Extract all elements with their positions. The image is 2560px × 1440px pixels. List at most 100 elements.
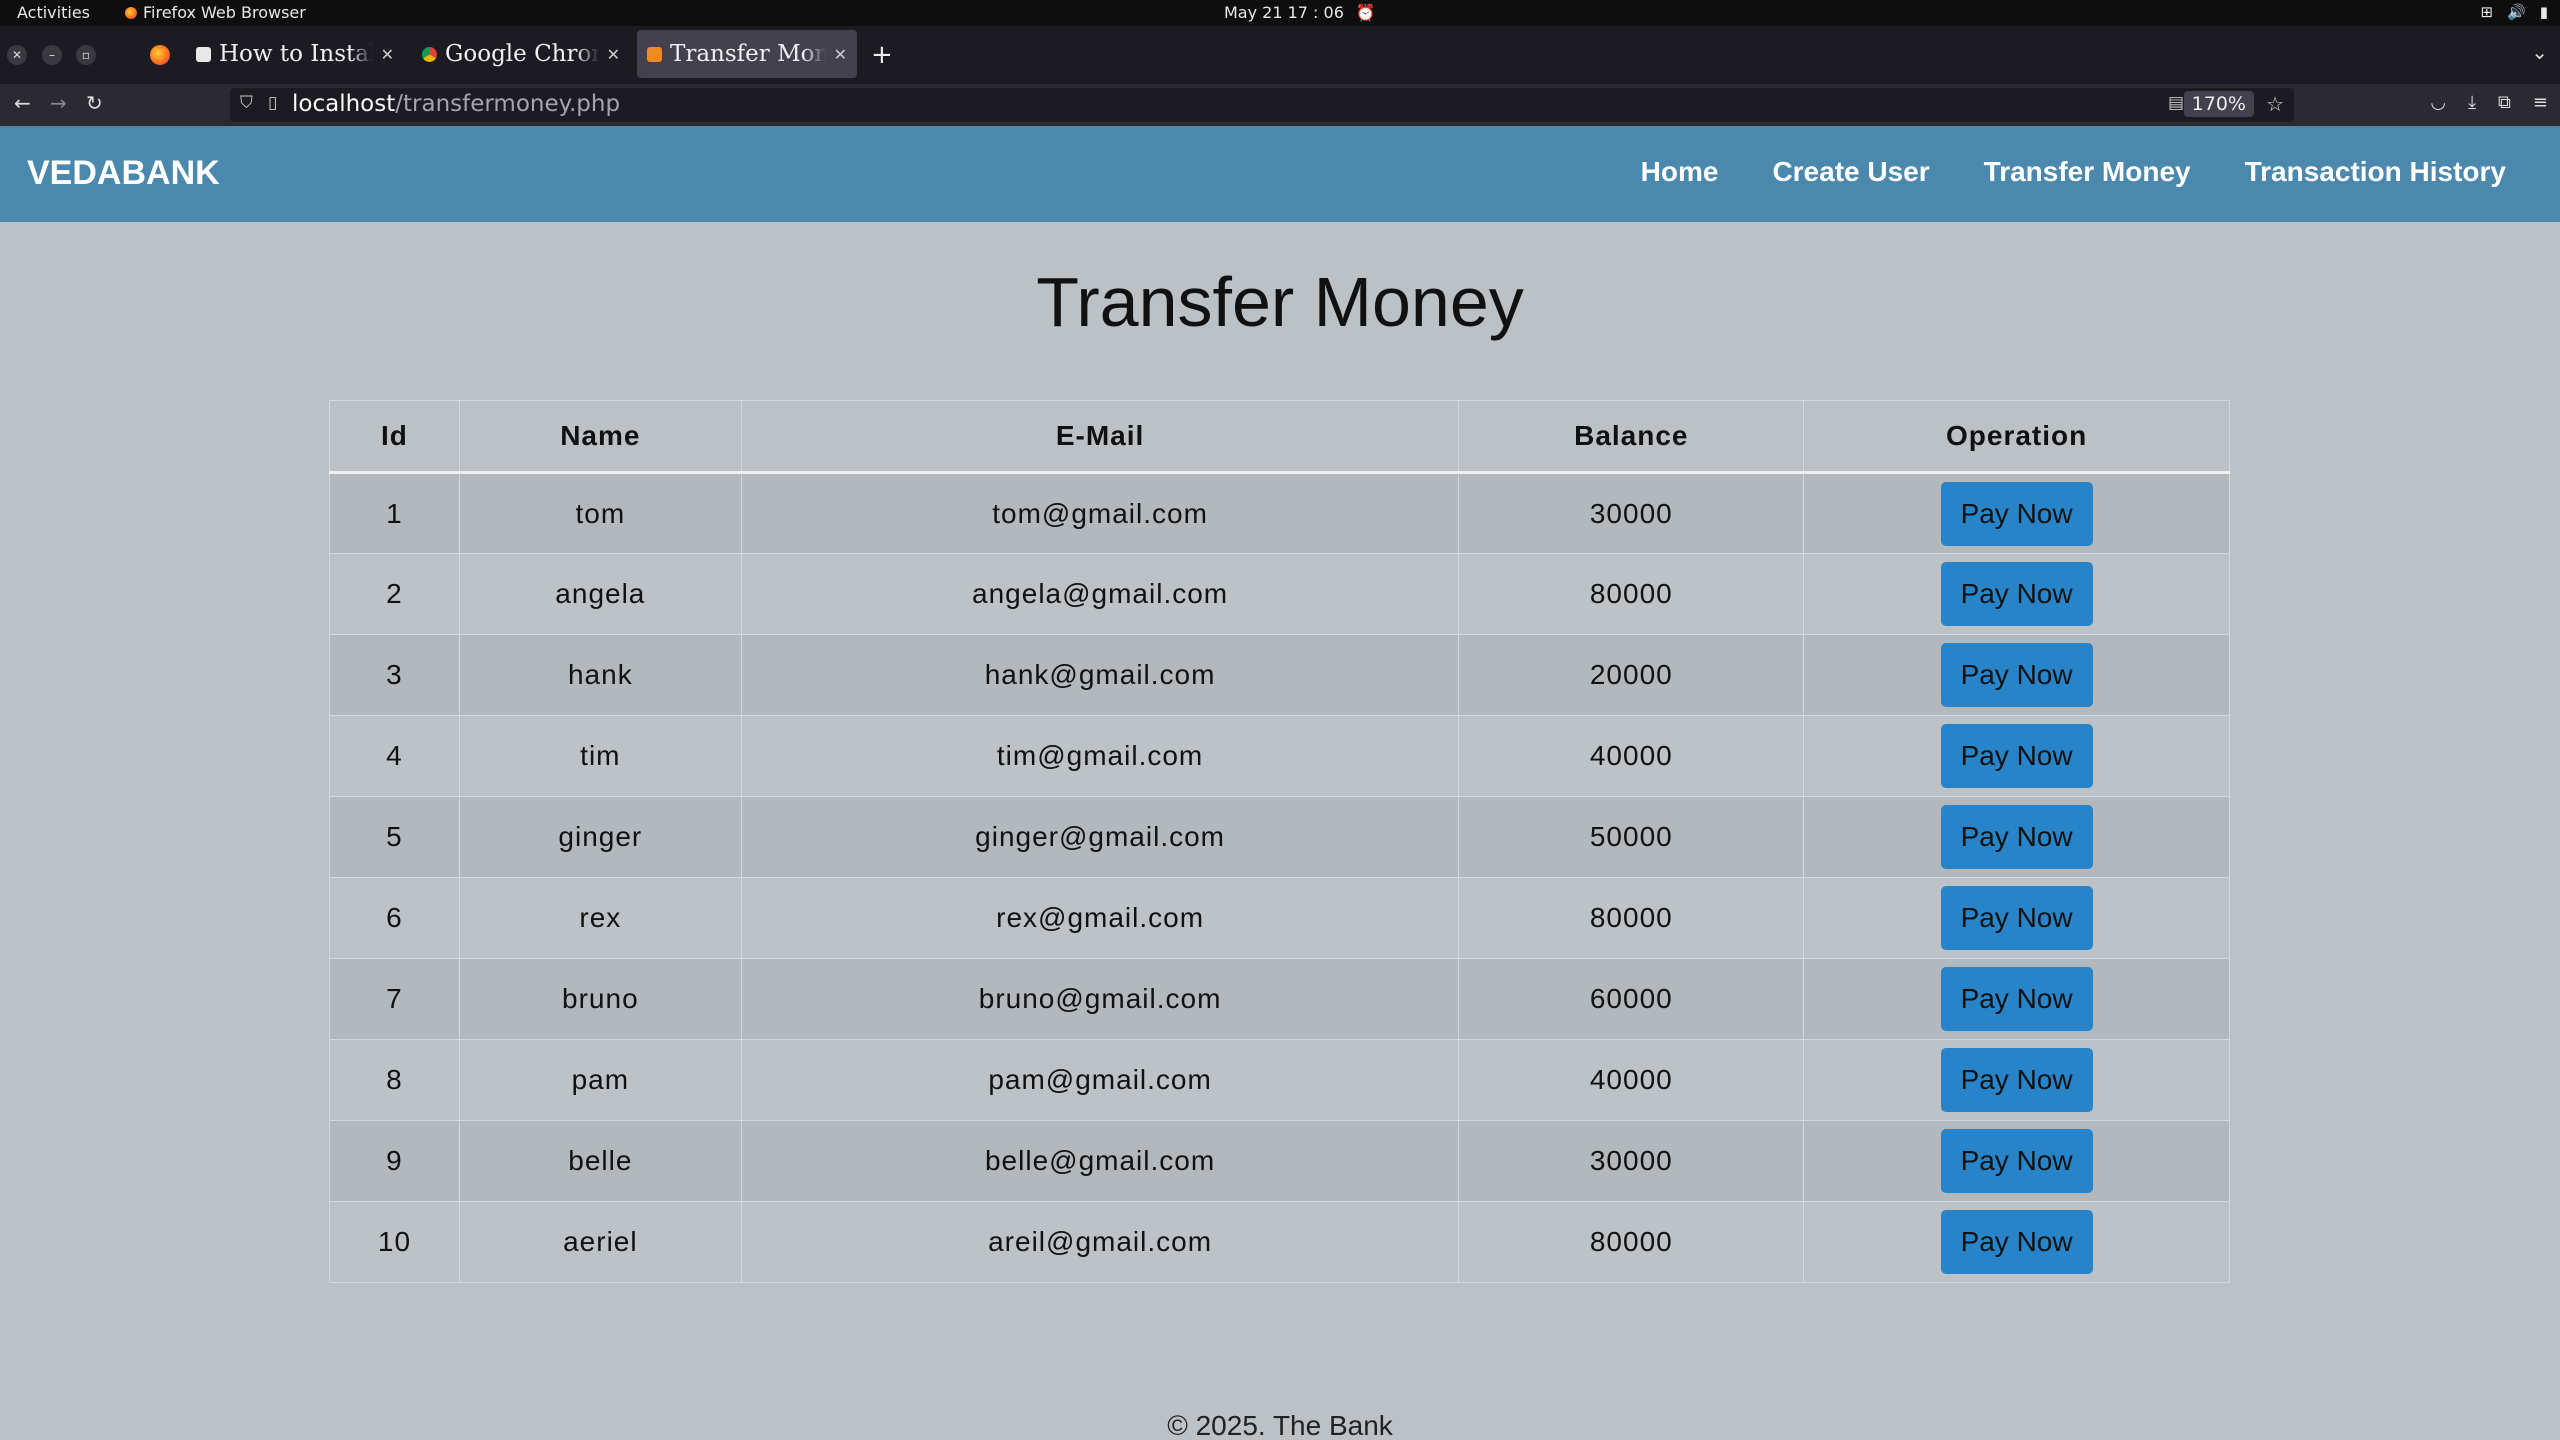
system-tray[interactable]: ⊞ 🔊 ▮ [2480,3,2548,21]
cell-operation: Pay Now [1803,634,2230,716]
site-icon [647,46,662,62]
tab-google-chrome[interactable]: Google Chrome ✕ [412,30,630,78]
toolbar-right: ◡ ⤓ ⧉ ≡ [2430,92,2548,113]
nav-home[interactable]: Home [1641,156,1719,188]
cell-id: 8 [329,1039,460,1121]
menu-icon[interactable]: ≡ [2533,92,2548,113]
nav-transfer-money[interactable]: Transfer Money [1984,156,2191,188]
cell-name: pam [458,1039,742,1121]
activities-button[interactable]: Activities [17,3,90,22]
page-title: Transfer Money [1036,263,1524,341]
pay-now-button[interactable]: Pay Now [1940,805,2093,869]
close-tab-icon[interactable]: ✕ [834,45,847,64]
pay-now-button[interactable]: Pay Now [1940,1129,2093,1193]
restore-window-icon[interactable]: ▫ [76,45,96,65]
column-header-balance: Balance [1458,400,1805,474]
tab-how-to-install[interactable]: How to Install ( ✕ [186,30,404,78]
cell-operation: Pay Now [1803,553,2230,635]
chrome-icon [422,46,437,62]
brand-logo[interactable]: VEDABANK [27,154,220,193]
cell-name: ginger [458,796,742,878]
pay-now-button[interactable]: Pay Now [1940,643,2093,707]
column-header-id: Id [329,400,460,474]
tab-strip: ✕ – ▫ How to Install ( ✕ Google Chrome ✕… [0,26,2560,84]
url-path: /transfermoney.php [395,91,621,117]
pay-now-button[interactable]: Pay Now [1940,1210,2093,1274]
cell-operation: Pay Now [1803,1039,2230,1121]
nav-create-user[interactable]: Create User [1772,156,1929,188]
cell-balance: 60000 [1458,958,1805,1040]
tab-title: Google Chrome [445,41,599,67]
url-host: localhost [292,91,396,117]
minimize-window-icon[interactable]: – [42,45,62,65]
cell-balance: 80000 [1458,553,1805,635]
close-tab-icon[interactable]: ✕ [607,45,620,64]
download-icon[interactable]: ⤓ [2468,92,2476,113]
pay-now-button[interactable]: Pay Now [1940,481,2093,546]
cell-name: tom [458,472,742,554]
cell-operation: Pay Now [1803,877,2230,959]
table-row: 9 belle belle@gmail.com 30000 Pay Now [329,1120,2230,1202]
new-tab-icon[interactable]: + [871,40,893,70]
users-table: Id Name E-Mail Balance Operation 1 tom tom… [329,400,2230,1283]
cell-balance: 20000 [1458,634,1805,716]
cell-email: tim@gmail.com [740,715,1460,797]
cell-id: 7 [329,958,460,1040]
close-tab-icon[interactable]: ✕ [381,45,394,64]
url-text[interactable]: localhost/transfermoney.php [292,91,620,117]
pay-now-button[interactable]: Pay Now [1940,562,2093,626]
cell-id: 2 [329,553,460,635]
close-window-icon[interactable]: ✕ [7,45,27,65]
cell-email: rex@gmail.com [740,877,1460,959]
pocket-icon[interactable]: ◡ [2430,92,2446,113]
tab-transfer-money[interactable]: Transfer Money ✕ [637,30,857,78]
table-row: 4 tim tim@gmail.com 40000 Pay Now [329,715,2230,797]
alarm-icon: ⏰ [1355,3,1376,22]
network-icon: ⊞ [2480,3,2494,21]
firefox-view-icon[interactable] [150,45,170,65]
reload-icon[interactable]: ↻ [86,91,103,115]
pay-now-button[interactable]: Pay Now [1940,1048,2093,1112]
table-row: 6 rex rex@gmail.com 80000 Pay Now [329,877,2230,959]
shield-icon[interactable]: ⛉ [240,93,253,113]
nav-transaction-history[interactable]: Transaction History [2245,156,2506,188]
cell-name: aeriel [458,1201,742,1283]
cell-balance: 40000 [1458,1039,1805,1121]
url-bar[interactable]: ⛉ ▯ localhost/transfermoney.php ▤ 170% ☆ [230,88,2294,122]
page-info-icon[interactable]: ▯ [268,93,277,113]
app-menu[interactable]: Firefox Web Browser [125,3,306,22]
list-tabs-icon[interactable]: ⌄ [2531,40,2548,64]
cell-id: 4 [329,715,460,797]
cell-email: areil@gmail.com [740,1201,1460,1283]
cell-name: hank [458,634,742,716]
system-top-bar: Activities Firefox Web Browser May 21 17… [0,0,2560,26]
back-icon[interactable]: ← [14,91,31,115]
cell-name: tim [458,715,742,797]
cell-operation: Pay Now [1803,1201,2230,1283]
cell-name: belle [458,1120,742,1202]
cell-email: hank@gmail.com [740,634,1460,716]
extensions-icon[interactable]: ⧉ [2498,92,2511,113]
battery-icon: ▮ [2539,3,2548,21]
cell-id: 9 [329,1120,460,1202]
footer: © 2025. The Bank [1167,1410,1393,1440]
table-header-row: Id Name E-Mail Balance Operation [329,400,2230,474]
reader-view-icon[interactable]: ▤ [2168,93,2184,113]
cell-email: tom@gmail.com [740,472,1460,554]
cell-email: belle@gmail.com [740,1120,1460,1202]
tab-title: Transfer Money [670,41,826,67]
cell-balance: 50000 [1458,796,1805,878]
cell-name: bruno [458,958,742,1040]
cell-email: bruno@gmail.com [740,958,1460,1040]
cell-name: angela [458,553,742,635]
forward-icon[interactable]: → [50,91,67,115]
bookmark-star-icon[interactable]: ☆ [2266,92,2284,116]
cell-email: angela@gmail.com [740,553,1460,635]
table-row: 3 hank hank@gmail.com 20000 Pay Now [329,634,2230,716]
cell-operation: Pay Now [1803,796,2230,878]
clock[interactable]: May 21 17 : 06 ⏰ [1224,3,1376,22]
pay-now-button[interactable]: Pay Now [1940,886,2093,950]
pay-now-button[interactable]: Pay Now [1940,967,2093,1031]
pay-now-button[interactable]: Pay Now [1940,724,2093,788]
zoom-level[interactable]: 170% [2183,91,2254,117]
